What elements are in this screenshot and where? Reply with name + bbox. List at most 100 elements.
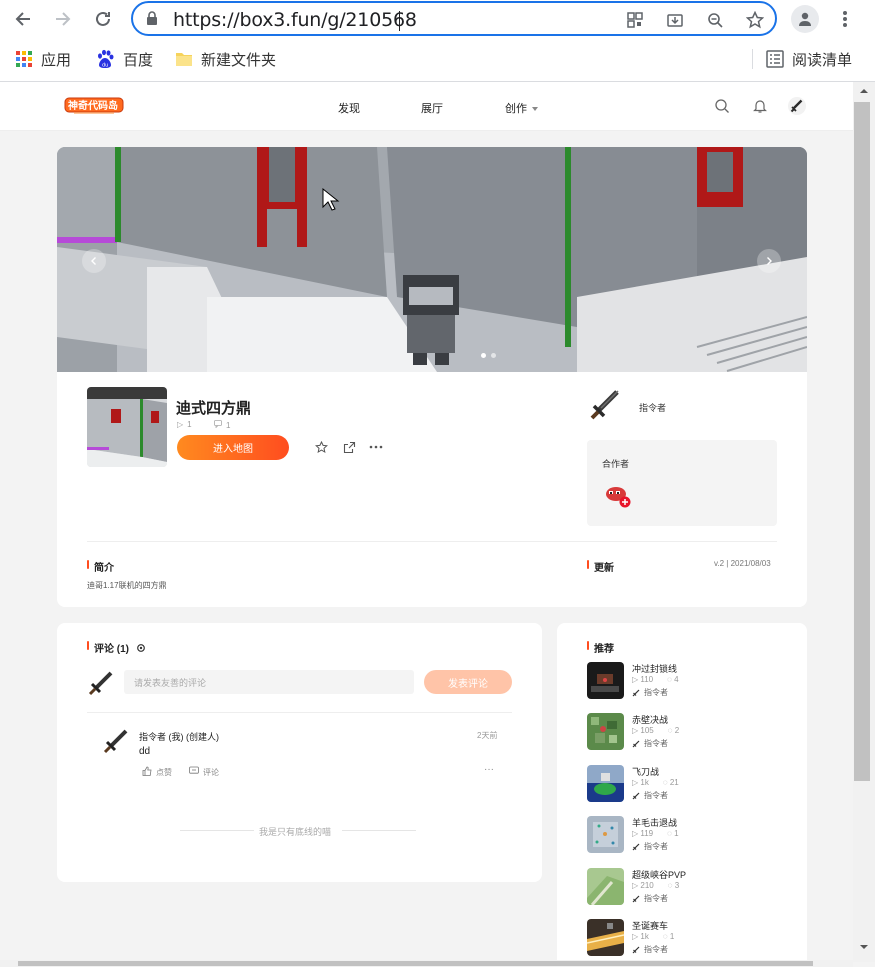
game-thumbnail <box>87 387 167 467</box>
recommend-stats: ▷ 1k ◌ 1 <box>632 932 675 941</box>
scroll-down-icon <box>860 945 868 949</box>
play-triangle-icon: ▷ <box>177 420 184 429</box>
recommend-stats: ▷ 110 ◌ 4 <box>632 675 679 684</box>
rec-author-name: 指令者 <box>644 688 668 697</box>
game-screenshot-banner <box>57 147 807 372</box>
author-name[interactable]: 指令者 <box>639 401 666 414</box>
rec-plays: 1k <box>640 932 649 941</box>
intro-text: 迪哥1.17联机的四方鼎 <box>87 581 167 590</box>
site-header: 神奇代码岛 发现 展厅 创作 <box>0 82 853 131</box>
recommend-item[interactable]: 超级峡谷PVP ▷ 210 ◌ 3 指令者 <box>587 868 787 908</box>
rec-plays: 105 <box>640 726 654 735</box>
install-icon[interactable] <box>665 10 685 30</box>
recommend-thumbnail[interactable] <box>587 816 624 853</box>
recommend-thumbnail[interactable] <box>587 765 624 802</box>
end-line-left <box>180 830 254 831</box>
rec-comments: 1 <box>669 932 675 941</box>
address-bar[interactable]: https://box3.fun/g/210568 <box>131 1 777 36</box>
recommend-thumbnail[interactable] <box>587 868 624 905</box>
favorite-star-icon[interactable] <box>314 440 328 454</box>
bookmark-label: 新建文件夹 <box>201 50 277 69</box>
recommend-thumbnail[interactable] <box>587 919 624 956</box>
author-avatar-sword-icon[interactable] <box>587 387 623 423</box>
vertical-scroll-thumb[interactable] <box>854 102 870 781</box>
browser-menu-icon[interactable] <box>835 8 855 30</box>
comment-more-icon[interactable]: ··· <box>484 764 494 775</box>
rec-plays: 110 <box>640 675 654 684</box>
rec-plays: 210 <box>640 881 654 890</box>
profile-avatar-icon[interactable] <box>791 5 819 33</box>
reading-list-label: 阅读清单 <box>792 50 853 69</box>
like-label: 点赞 <box>156 767 172 777</box>
recommend-item[interactable]: 冲过封锁线 ▷ 110 ◌ 4 指令者 <box>587 662 787 702</box>
settings-gear-icon[interactable] <box>136 643 146 656</box>
recommend-item[interactable]: 飞刀战 ▷ 1k ◌ 21 指令者 <box>587 765 787 805</box>
search-icon[interactable] <box>714 98 730 114</box>
comment-count-value: 1 <box>226 420 231 430</box>
mini-sword-icon <box>632 689 640 696</box>
nav-gallery[interactable]: 展厅 <box>421 100 443 116</box>
caret-down-icon <box>532 107 539 112</box>
url-text[interactable]: https://box3.fun/g/210568 <box>173 9 417 31</box>
scroll-up-icon <box>860 89 868 93</box>
enter-map-button[interactable]: 进入地图 <box>177 435 289 460</box>
banner-pagination[interactable] <box>481 353 496 358</box>
reload-icon[interactable] <box>90 6 116 32</box>
bookmark-folder[interactable]: 新建文件夹 <box>175 46 276 72</box>
bookmark-apps[interactable]: 应用 <box>15 46 71 72</box>
recommend-stats: ▷ 119 ◌ 1 <box>632 829 679 838</box>
bookmark-baidu[interactable]: du 百度 <box>95 46 153 72</box>
reading-list[interactable]: 阅读清单 <box>766 46 852 72</box>
apps-grid-icon <box>15 50 33 68</box>
mini-sword-icon <box>632 740 640 747</box>
nav-create-label: 创作 <box>505 103 527 115</box>
share-icon[interactable] <box>342 440 356 454</box>
recommend-thumbnail[interactable] <box>587 662 624 699</box>
pagination-dot[interactable] <box>481 353 486 358</box>
mini-sword-icon <box>632 843 640 850</box>
bookmark-label: 应用 <box>41 50 72 69</box>
update-info: v.2 | 2021/08/03 <box>714 559 771 568</box>
recommend-author: 指令者 <box>632 893 668 904</box>
play-count: ▷ 1 <box>177 420 192 429</box>
back-icon[interactable] <box>10 6 36 32</box>
comment-input[interactable]: 请发表友善的评论 <box>124 670 414 694</box>
recommend-item[interactable]: 赤壁决战 ▷ 105 ◌ 2 指令者 <box>587 713 787 753</box>
recommend-title: 赤壁决战 <box>632 715 669 725</box>
user-avatar-sword-icon[interactable] <box>788 97 806 115</box>
comment-author-avatar-sword-icon[interactable] <box>102 727 130 755</box>
pagination-dot[interactable] <box>491 353 496 358</box>
rec-comments: 2 <box>674 726 680 735</box>
collaborators-label: 合作者 <box>602 459 630 469</box>
qr-code-icon[interactable] <box>625 10 645 30</box>
comments-heading-label: 评论 (1) <box>94 644 129 655</box>
like-button[interactable]: 点赞 <box>142 766 172 778</box>
recommend-item[interactable]: 圣诞赛车 ▷ 1k ◌ 1 指令者 <box>587 919 787 959</box>
forward-icon[interactable] <box>50 6 76 32</box>
nav-discover[interactable]: 发现 <box>338 100 360 116</box>
svg-text:du: du <box>102 63 108 69</box>
post-comment-button[interactable]: 发表评论 <box>424 670 512 694</box>
reply-button[interactable]: 评论 <box>189 766 219 778</box>
recommend-title: 圣诞赛车 <box>632 921 669 931</box>
collaborator-avatar[interactable] <box>604 483 632 509</box>
site-logo[interactable]: 神奇代码岛 <box>64 96 124 116</box>
nav-create[interactable]: 创作 <box>505 100 539 116</box>
mini-sword-icon <box>632 792 640 799</box>
recommend-item[interactable]: 羊毛击退战 ▷ 119 ◌ 1 指令者 <box>587 816 787 856</box>
rec-comments: 4 <box>674 675 679 684</box>
recommend-stats: ▷ 1k ◌ 21 <box>632 778 679 787</box>
banner-prev-arrow-icon[interactable] <box>82 249 106 273</box>
more-options-icon[interactable] <box>369 440 383 454</box>
recommend-stats: ▷ 105 ◌ 2 <box>632 726 680 735</box>
rec-author-name: 指令者 <box>644 842 668 851</box>
rec-author-name: 指令者 <box>644 791 668 800</box>
notification-bell-icon[interactable] <box>752 98 768 114</box>
banner-next-arrow-icon[interactable] <box>757 249 781 273</box>
recommend-thumbnail[interactable] <box>587 713 624 750</box>
horizontal-scroll-thumb[interactable] <box>18 961 813 966</box>
bookmark-star-icon[interactable] <box>745 10 765 30</box>
browser-chrome: https://box3.fun/g/210568 应用 du 百度 新建文件夹… <box>0 0 875 82</box>
comment-author[interactable]: 指令者 (我) (创建人) <box>139 730 219 743</box>
zoom-out-icon[interactable] <box>705 10 725 30</box>
